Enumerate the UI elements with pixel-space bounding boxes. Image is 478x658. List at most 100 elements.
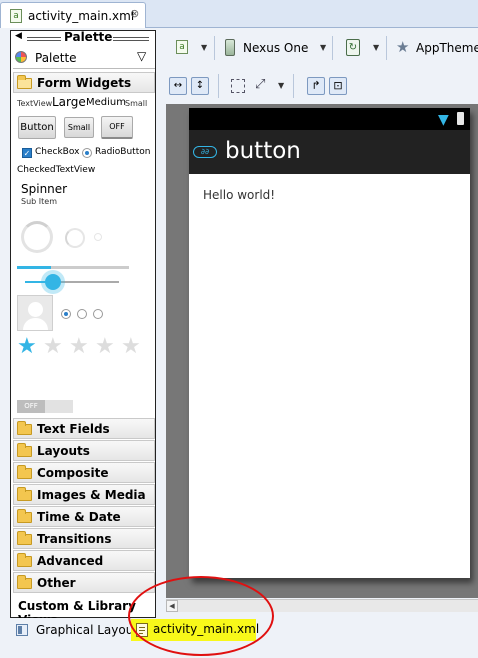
chevron-down-icon[interactable]: ▼ xyxy=(201,43,207,52)
category-label: Transitions xyxy=(37,532,112,546)
widget-button[interactable]: Button xyxy=(18,116,56,139)
folder-icon xyxy=(17,421,32,435)
palette-panel: ◀ Palette Palette ▽ Form Widgets TextVie… xyxy=(10,30,156,627)
widget-small-button[interactable]: Small xyxy=(64,117,94,138)
widget-large-text[interactable]: Large xyxy=(52,95,86,109)
widget-switch[interactable]: OFF xyxy=(17,400,73,413)
folder-open-icon xyxy=(17,75,32,89)
category-advanced[interactable]: Advanced xyxy=(13,550,155,571)
folder-icon xyxy=(17,509,32,523)
grip-right xyxy=(113,37,149,41)
hello-textview[interactable]: Hello world! xyxy=(203,188,275,202)
device-screen-preview[interactable]: ▼ ∂∂ button Hello world! xyxy=(189,108,470,578)
align-baseline-icon[interactable]: ↱ xyxy=(307,77,325,95)
toolbar-separator xyxy=(332,36,333,60)
radio-group-selected-icon[interactable] xyxy=(61,309,71,319)
layout-canvas[interactable]: ▼ ∂∂ button Hello world! xyxy=(166,104,478,598)
progress-fill xyxy=(17,266,51,269)
graphical-layout-icon xyxy=(16,624,28,636)
form-widgets-content: TextView Large Medium Small Button Small… xyxy=(11,95,155,427)
layout-toolbar-top: a ▼ Nexus One ▼ ↻ ▼ ★ AppTheme xyxy=(160,30,478,68)
file-tab-label: activity_main.xml xyxy=(28,9,135,23)
widget-medium-text[interactable]: Medium xyxy=(86,97,126,108)
grip-left xyxy=(27,37,61,41)
folder-icon xyxy=(17,553,32,567)
toggle-fill-width-icon[interactable]: ↔ xyxy=(169,77,187,95)
widget-progress-normal[interactable] xyxy=(65,228,85,248)
switch-thumb: OFF xyxy=(17,400,45,413)
palette-mode-dropdown[interactable]: Palette ▽ xyxy=(13,47,155,69)
editor-tab-strip: a activity_main.xml ⊗ xyxy=(0,0,478,28)
toolbar-separator xyxy=(218,74,219,98)
device-action-bar: ∂∂ button xyxy=(189,130,470,174)
close-icon[interactable]: ⊗ xyxy=(130,7,139,20)
palette-title: Palette xyxy=(64,30,113,44)
toolbar-separator xyxy=(214,36,215,60)
file-tab[interactable]: a activity_main.xml ⊗ xyxy=(0,2,146,28)
layout-icon-bar xyxy=(18,626,22,634)
star-filled-icon: ★ xyxy=(17,334,37,359)
widget-spinner[interactable]: Spinner xyxy=(21,182,67,196)
category-layouts[interactable]: Layouts xyxy=(13,440,155,461)
xml-file-icon: a xyxy=(10,9,22,23)
category-form-widgets[interactable]: Form Widgets xyxy=(13,72,155,93)
widget-rating-bar[interactable]: ★ ★ ★ ★ ★ xyxy=(17,336,153,360)
device-selector[interactable]: Nexus One xyxy=(243,41,308,55)
category-text-fields[interactable]: Text Fields xyxy=(13,418,155,439)
theme-selector[interactable]: AppTheme xyxy=(416,41,478,55)
radio-group-option-icon[interactable] xyxy=(77,309,87,319)
chevron-down-icon[interactable]: ▼ xyxy=(320,43,326,52)
widget-textview[interactable]: TextView xyxy=(17,99,52,108)
widget-quick-contact[interactable] xyxy=(17,295,53,331)
folder-icon xyxy=(17,465,32,479)
star-empty-icon: ★ xyxy=(121,334,141,359)
widget-progress-large[interactable] xyxy=(21,221,53,253)
layout-toolbar-bottom: ↔ ↕ ⤢ ▼ ↱ ⊡ xyxy=(160,70,478,102)
toolbar-separator xyxy=(386,36,387,60)
toggle-fill-height-icon[interactable]: ↕ xyxy=(191,77,209,95)
checkbox-icon: ✓ xyxy=(22,148,32,158)
zoom-fit-icon[interactable]: ⤢ xyxy=(255,77,265,92)
category-time-date[interactable]: Time & Date xyxy=(13,506,155,527)
star-empty-icon: ★ xyxy=(43,334,63,359)
category-composite[interactable]: Composite xyxy=(13,462,155,483)
chevron-down-icon: ▽ xyxy=(137,49,147,63)
align-center-icon[interactable]: ⊡ xyxy=(329,77,347,95)
chevron-down-icon[interactable]: ▼ xyxy=(373,43,379,52)
star-empty-icon: ★ xyxy=(95,334,115,359)
widget-toggle-button[interactable]: OFF xyxy=(101,116,133,139)
category-label: Composite xyxy=(37,466,109,480)
category-other[interactable]: Other xyxy=(13,572,155,593)
folder-icon xyxy=(17,443,32,457)
category-label: Images & Media xyxy=(37,488,146,502)
category-label: Time & Date xyxy=(37,510,121,524)
widget-progress-small[interactable] xyxy=(94,233,102,241)
widget-small-text[interactable]: Small xyxy=(125,99,147,108)
widget-checked-textview[interactable]: CheckedTextView xyxy=(17,165,95,175)
widget-radiobutton[interactable]: RadioButton xyxy=(95,147,150,157)
seekbar-thumb[interactable] xyxy=(45,274,61,290)
tab-graphical-layout[interactable]: Graphical Layout xyxy=(36,623,138,637)
spinner-subitem: Sub Item xyxy=(21,197,57,206)
palette-header: ◀ Palette xyxy=(11,30,155,45)
config-file-icon[interactable]: a xyxy=(176,40,188,54)
radio-group-option-icon[interactable] xyxy=(93,309,103,319)
widget-checkbox[interactable]: CheckBox xyxy=(35,147,79,157)
category-label: Other xyxy=(37,576,76,590)
category-transitions[interactable]: Transitions xyxy=(13,528,155,549)
palette-icon xyxy=(15,51,27,63)
toolbar-separator xyxy=(293,74,294,98)
orientation-icon[interactable]: ↻ xyxy=(346,39,360,56)
show-margins-icon[interactable] xyxy=(231,79,245,93)
avatar-body xyxy=(23,318,48,330)
category-images-media[interactable]: Images & Media xyxy=(13,484,155,505)
wifi-signal-icon: ▼ xyxy=(438,112,449,128)
chevron-down-icon[interactable]: ▼ xyxy=(278,81,284,90)
palette-dropdown-label: Palette xyxy=(35,51,77,65)
collapse-arrow-icon[interactable]: ◀ xyxy=(15,31,22,41)
widget-seekbar[interactable] xyxy=(25,274,119,290)
widget-progress-horizontal[interactable] xyxy=(17,266,129,269)
folder-icon xyxy=(17,575,32,589)
category-label: Layouts xyxy=(37,444,90,458)
avatar-head xyxy=(28,302,43,317)
